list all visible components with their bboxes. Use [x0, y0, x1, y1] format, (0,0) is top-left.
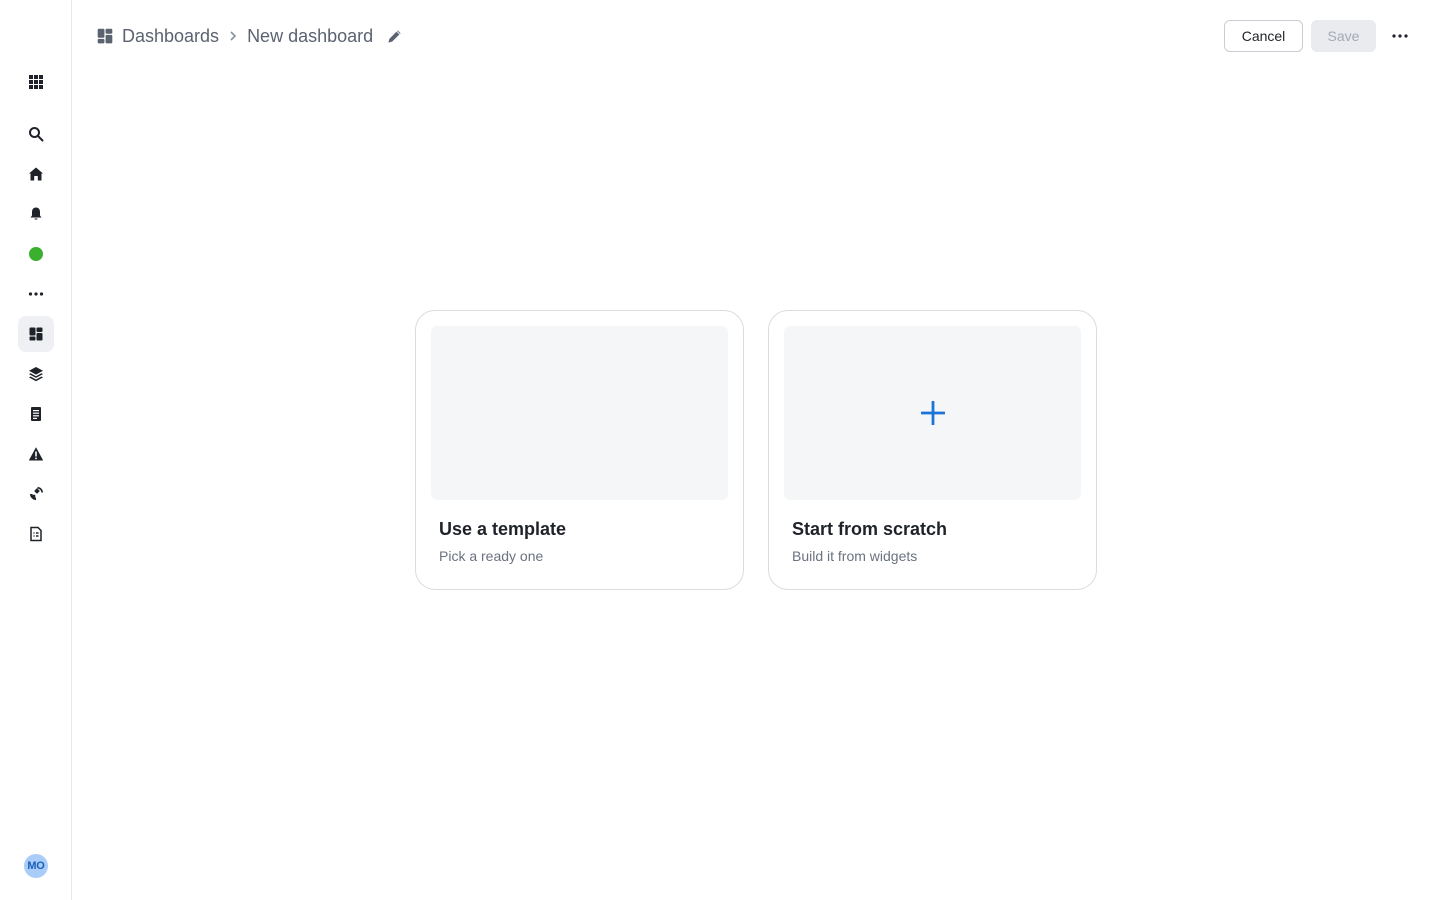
sidebar-item-reports[interactable] [18, 516, 54, 552]
avatar-initials: MO [27, 860, 45, 872]
sidebar: MO [0, 0, 72, 900]
apps-grid-icon [28, 74, 44, 90]
sidebar-item-home[interactable] [18, 156, 54, 192]
sidebar-item-satellite[interactable] [18, 476, 54, 512]
sidebar-item-alerts[interactable] [18, 436, 54, 472]
breadcrumb: Dashboards New dashboard [96, 22, 402, 50]
document-icon [28, 406, 44, 422]
sidebar-item-status[interactable] [18, 236, 54, 272]
sidebar-item-search[interactable] [18, 116, 54, 152]
home-icon [28, 166, 44, 182]
search-icon [28, 126, 44, 142]
start-from-scratch-card[interactable]: Start from scratch Build it from widgets [768, 310, 1097, 590]
card-title: Use a template [439, 519, 567, 539]
pencil-edit-icon[interactable] [387, 29, 402, 44]
card-subtitle: Pick a ready one [439, 548, 544, 564]
dashboard-title: New dashboard [247, 25, 374, 46]
user-avatar[interactable]: MO [24, 854, 48, 878]
dashboards-breadcrumb-icon [96, 27, 114, 45]
more-horizontal-icon [28, 286, 44, 302]
use-template-card[interactable]: Use a template Pick a ready one [415, 310, 744, 590]
sidebar-item-apps[interactable] [18, 64, 54, 100]
template-preview [431, 326, 728, 500]
report-icon [28, 526, 44, 542]
sidebar-item-documents[interactable] [18, 396, 54, 432]
dashboards-icon [28, 326, 44, 342]
satellite-icon [28, 486, 44, 502]
sidebar-item-layers[interactable] [18, 356, 54, 392]
scratch-preview [784, 326, 1081, 500]
card-subtitle: Build it from widgets [792, 548, 918, 564]
cancel-button[interactable]: Cancel [1224, 20, 1303, 52]
app-window: MO Dashboards New dashboard Cancel Save [0, 0, 1440, 900]
sidebar-item-more[interactable] [18, 276, 54, 312]
more-horizontal-icon [1391, 27, 1409, 45]
layers-icon [28, 366, 44, 382]
plus-icon [919, 399, 947, 427]
chevron-right-icon [227, 30, 239, 42]
notifications-bell-icon [28, 206, 44, 222]
sidebar-item-dashboards[interactable] [18, 316, 54, 352]
status-dot-icon [28, 246, 44, 262]
more-options-button[interactable] [1388, 24, 1412, 48]
card-title: Start from scratch [792, 519, 948, 539]
warning-icon [28, 446, 44, 462]
save-button[interactable]: Save [1311, 20, 1376, 52]
sidebar-item-notifications[interactable] [18, 196, 54, 232]
breadcrumb-dashboards-link[interactable]: Dashboards [122, 26, 219, 47]
